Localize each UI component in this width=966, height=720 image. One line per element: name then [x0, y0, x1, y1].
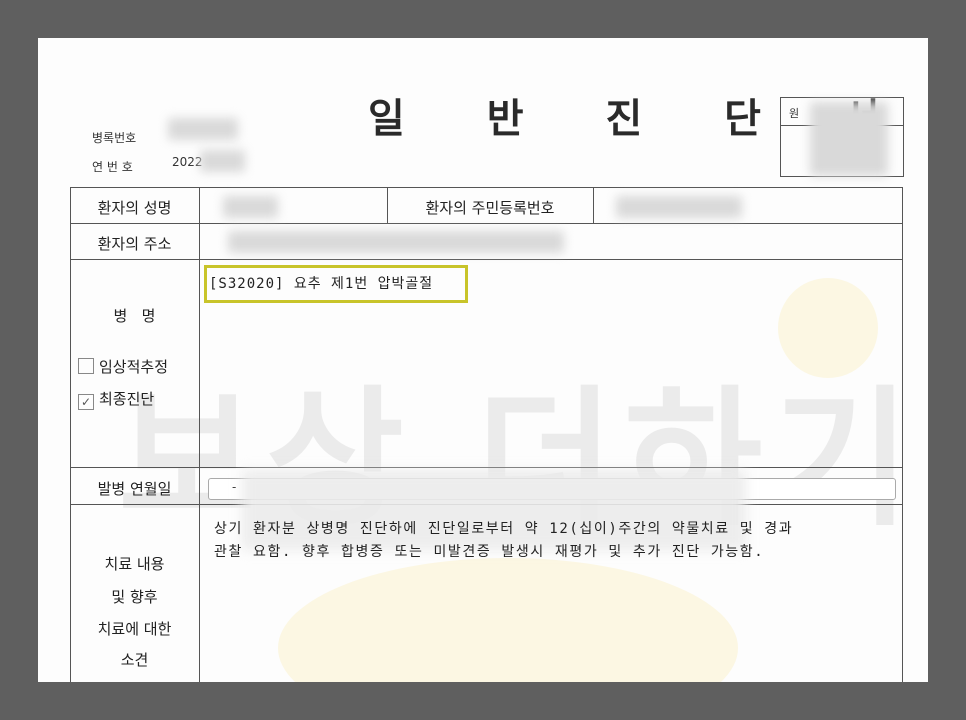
col-divider-name	[199, 187, 200, 224]
patient-name-redacted	[223, 196, 278, 218]
disease-name-label: 병 명	[113, 307, 156, 325]
opinion-line-1: 상기 환자분 상병명 진단하에 진단일로부터 약 12(십이)주간의 약물치료 …	[214, 521, 794, 537]
patient-address-redacted	[228, 231, 564, 253]
onset-date-label: 발병 연월일	[97, 480, 172, 498]
diagnosis-text: [S32020] 요추 제1번 압박골절	[209, 276, 434, 292]
col-divider-address	[199, 223, 200, 260]
opinion-label-1: 치료 내용	[104, 555, 165, 573]
record-number-label: 병록번호	[92, 131, 137, 145]
final-label: 최종진단	[99, 390, 155, 408]
col-divider-rrn-right	[593, 187, 594, 224]
patient-name-label: 환자의 성명	[97, 199, 172, 217]
final-checkbox[interactable]: ✓	[78, 394, 94, 410]
opinion-label-2: 및 향후	[111, 588, 158, 606]
stamp-label: 원	[789, 107, 800, 120]
serial-number-redacted	[200, 150, 245, 172]
option-final[interactable]: ✓ 최종진단	[78, 388, 154, 410]
serial-number-label: 연 번 호	[92, 160, 133, 174]
opinion-label-3: 치료에 대한	[97, 620, 172, 638]
row-disease	[70, 259, 903, 468]
certificate-page: 보상 더하기 일 반 진 단 서 병록번호 연 번 호 2022 원 환자의 성…	[38, 38, 928, 682]
patient-rrn-redacted	[616, 196, 742, 218]
opinion-label-4: 소견	[120, 651, 149, 669]
col-divider-onset	[199, 467, 200, 505]
patient-address-label: 환자의 주소	[97, 235, 172, 253]
option-provisional[interactable]: 임상적추정	[78, 356, 168, 377]
col-divider-opinion	[199, 504, 200, 682]
patient-rrn-label: 환자의 주민등록번호	[425, 199, 555, 217]
provisional-checkbox[interactable]	[78, 358, 94, 374]
onset-date-value: -	[232, 480, 237, 494]
redaction-overlay	[242, 470, 746, 550]
col-divider-disease	[199, 259, 200, 468]
record-number-redacted	[168, 118, 238, 140]
provisional-label: 임상적추정	[99, 358, 169, 376]
serial-number-value: 2022	[172, 155, 203, 169]
stamp-redacted	[810, 102, 888, 176]
opinion-line-2: 관찰 요함. 향후 합병증 또는 미발견증 발생시 재평가 및 추가 진단 가능…	[214, 544, 765, 560]
